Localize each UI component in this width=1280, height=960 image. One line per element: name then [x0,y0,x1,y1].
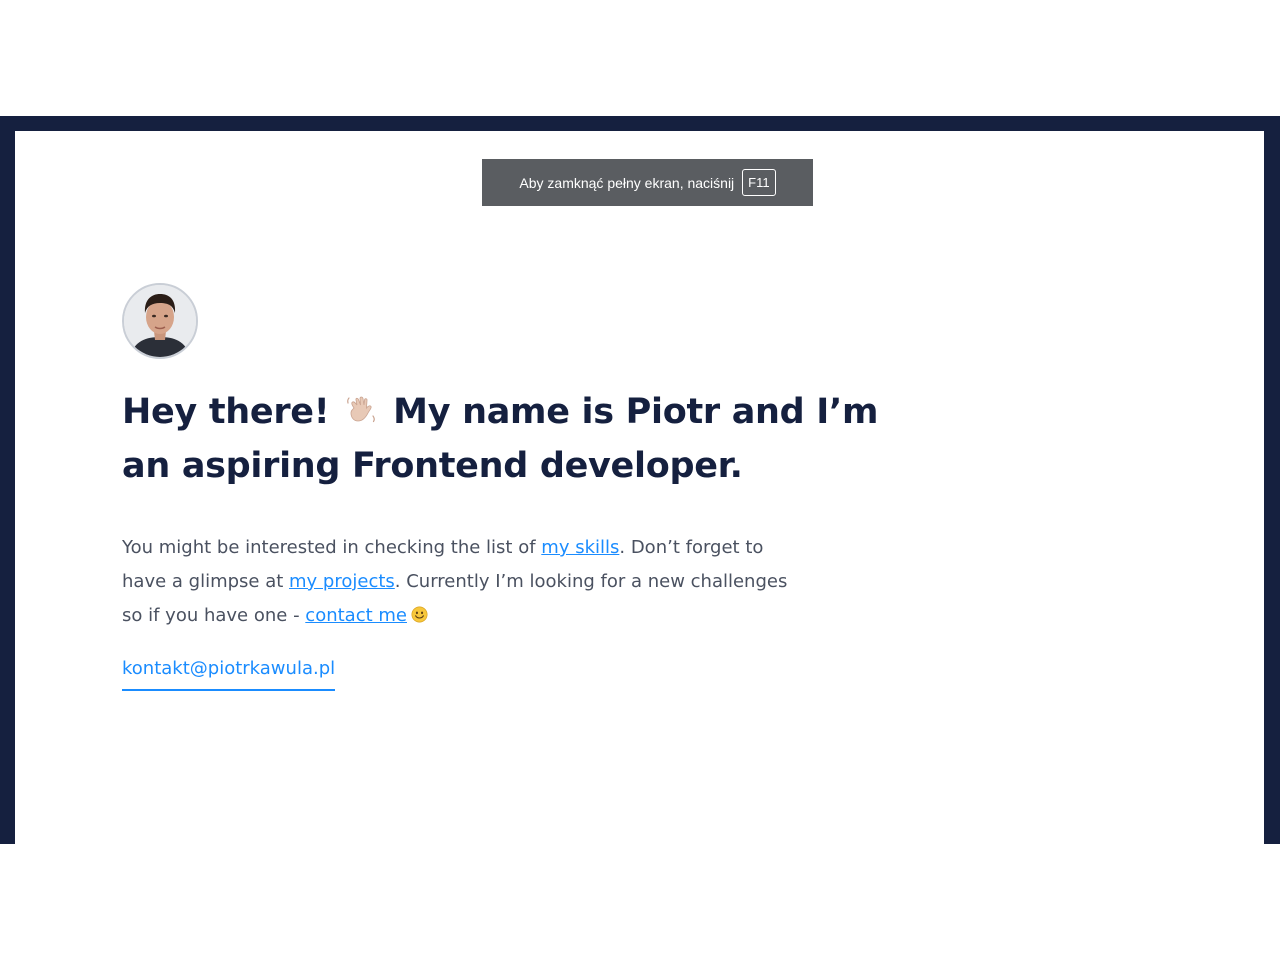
smiling-face-icon [411,606,428,623]
contact-me-link[interactable]: contact me [305,605,407,626]
email-link[interactable]: kontakt@piotrkawula.pl [122,658,336,691]
fullscreen-notice-text: Aby zamknąć pełny ekran, naciśnij [519,174,735,191]
page-title: Hey there! My name is Piotr and I’m an a… [122,385,882,493]
person-photo-icon [124,285,196,357]
page-viewport: Aby zamknąć pełny ekran, naciśnij F11 He… [15,131,1264,844]
fullscreen-exit-notice: Aby zamknąć pełny ekran, naciśnij F11 [482,159,813,206]
intro-text-1: You might be interested in checking the … [122,537,542,558]
fullscreen-exit-key: F11 [742,169,776,196]
waving-hand-icon [347,396,376,423]
browser-frame: Aby zamknąć pełny ekran, naciśnij F11 He… [0,116,1280,844]
headline-greeting: Hey there! [122,392,330,432]
my-projects-link[interactable]: my projects [289,571,395,592]
intro-paragraph: You might be interested in checking the … [122,531,802,633]
my-skills-link[interactable]: my skills [541,537,619,558]
avatar [122,283,198,359]
